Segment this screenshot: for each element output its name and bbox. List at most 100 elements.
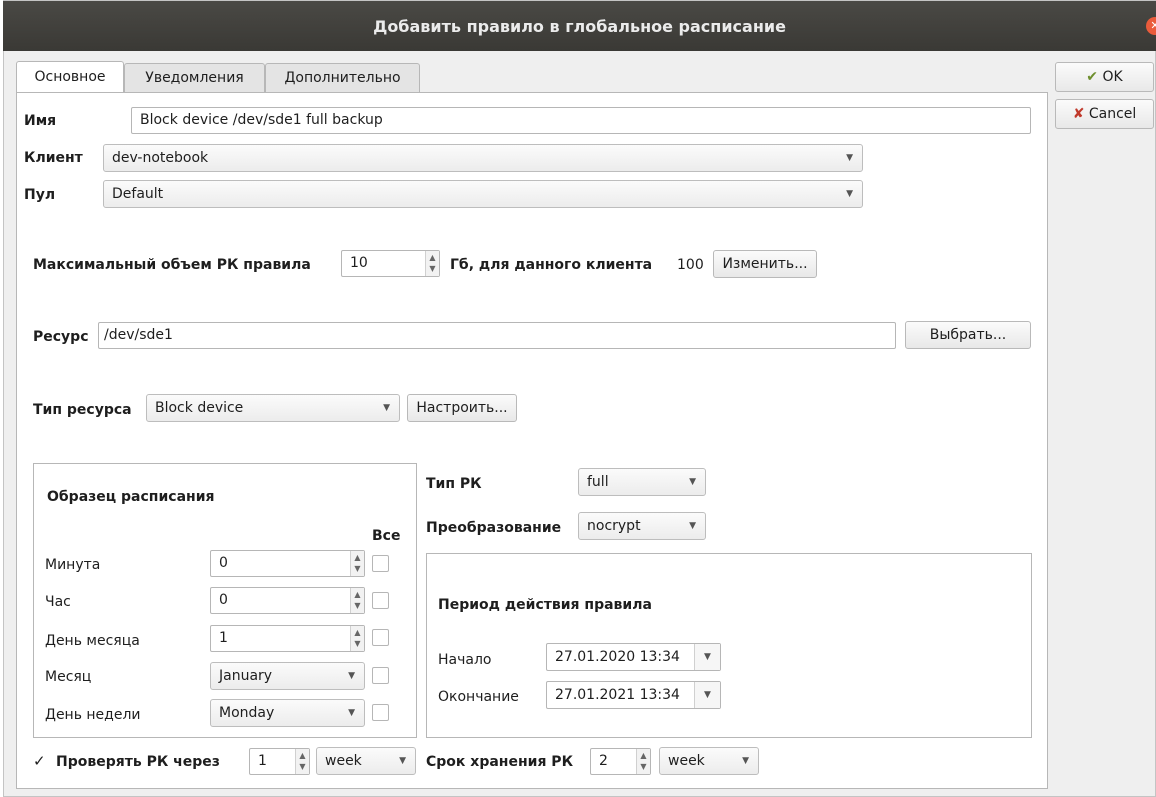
client-max-size: 100 [677,257,704,273]
ok-button[interactable]: ✔ OK [1055,62,1154,92]
weekday-select[interactable]: Monday ▼ [210,699,365,727]
tab-notifications[interactable]: Уведомления [124,63,265,92]
period-group [426,553,1032,738]
pool-label: Пул [24,187,56,203]
chevron-down-icon: ▼ [846,189,853,199]
checkmark-icon: ✔ [1086,69,1099,85]
choose-button[interactable]: Выбрать... [905,321,1031,349]
name-label: Имя [24,113,57,129]
hour-label: Час [45,594,71,610]
start-label: Начало [438,652,492,668]
ok-button-label: OK [1102,69,1123,85]
day-spinner[interactable]: 1 ▲ ▼ [210,625,365,652]
retention-unit-select[interactable]: week ▼ [659,747,759,775]
end-datetime[interactable]: 27.01.2021 13:34 ▼ [546,681,721,709]
retention-value: 2 [599,753,608,769]
check-label: Проверять РК через [56,754,220,770]
client-label: Клиент [24,150,83,166]
minute-all-checkbox[interactable] [372,555,389,572]
chevron-down-icon[interactable]: ▼ [694,682,720,708]
resource-input[interactable]: /dev/sde1 [98,322,896,349]
hour-spinner[interactable]: 0 ▲ ▼ [210,587,365,614]
spin-arrows-icon[interactable]: ▲ ▼ [350,588,364,613]
start-value: 27.01.2020 13:34 [555,649,680,665]
all-label: Все [372,528,401,544]
day-label: День месяца [45,633,140,649]
chevron-down-icon: ▼ [348,708,355,718]
minute-spinner[interactable]: 0 ▲ ▼ [210,550,365,577]
backup-type-value: full [587,474,609,490]
spin-arrows-icon[interactable]: ▲ ▼ [425,251,439,276]
retention-label: Срок хранения РК [426,754,574,770]
chevron-down-icon: ▼ [348,671,355,681]
period-title: Период действия правила [438,597,652,613]
max-size-unit: Гб, для данного клиента [450,257,653,273]
day-all-checkbox[interactable] [372,629,389,646]
minute-value: 0 [219,555,228,571]
client-select[interactable]: dev-notebook ▼ [103,144,863,172]
tab-main-label: Основное [34,69,106,85]
spin-arrows-icon[interactable]: ▲ ▼ [350,626,364,651]
backup-type-label: Тип РК [426,476,482,492]
check-checkbox[interactable]: ✓ [33,753,50,770]
check-value: 1 [258,753,267,769]
retention-spinner[interactable]: 2 ▲ ▼ [590,748,651,775]
dialog-title: Добавить правило в глобальное расписание [373,16,786,36]
month-label: Месяц [45,669,92,685]
weekday-all-checkbox[interactable] [372,704,389,721]
tab-advanced[interactable]: Дополнительно [265,63,420,92]
title-bar: Добавить правило в глобальное расписание… [3,1,1156,51]
minute-label: Минута [45,557,101,573]
configure-button[interactable]: Настроить... [407,394,517,422]
resource-type-value: Block device [155,400,244,416]
chevron-down-icon: ▼ [689,477,696,487]
chevron-down-icon: ▼ [742,756,749,766]
cancel-icon: ✘ [1072,106,1085,122]
tab-advanced-label: Дополнительно [284,70,401,86]
chevron-down-icon: ▼ [689,521,696,531]
name-input[interactable]: Block device /dev/sde1 full backup [131,107,1031,134]
spin-arrows-icon[interactable]: ▲ ▼ [350,551,364,576]
check-spinner[interactable]: 1 ▲ ▼ [249,748,310,775]
start-datetime[interactable]: 27.01.2020 13:34 ▼ [546,643,721,671]
checkmark-icon: ✓ [33,752,46,770]
pool-select[interactable]: Default ▼ [103,180,863,208]
schedule-title: Образец расписания [47,489,215,505]
spin-arrows-icon[interactable]: ▲ ▼ [636,749,650,774]
hour-value: 0 [219,592,228,608]
month-all-checkbox[interactable] [372,667,389,684]
month-select[interactable]: January ▼ [210,662,365,690]
chevron-down-icon[interactable]: ▼ [694,644,720,670]
cancel-button[interactable]: ✘ Cancel [1055,99,1154,129]
day-value: 1 [219,630,228,646]
pool-select-value: Default [112,186,164,202]
max-size-spinner[interactable]: 10 ▲ ▼ [341,250,440,277]
month-value: January [219,668,273,684]
backup-type-select[interactable]: full ▼ [578,468,706,496]
transform-value: nocrypt [587,518,641,534]
max-size-label: Максимальный объем РК правила [33,257,311,273]
resource-label: Ресурс [33,329,89,345]
end-label: Окончание [438,689,519,705]
check-unit-value: week [325,753,362,769]
tab-main[interactable]: Основное [16,61,124,92]
close-icon[interactable]: ✕ [1146,17,1156,35]
end-value: 27.01.2021 13:34 [555,687,680,703]
resource-type-select[interactable]: Block device ▼ [146,394,400,422]
hour-all-checkbox[interactable] [372,592,389,609]
weekday-label: День недели [45,707,141,723]
transform-select[interactable]: nocrypt ▼ [578,512,706,540]
check-unit-select[interactable]: week ▼ [316,747,416,775]
transform-label: Преобразование [426,520,562,536]
spin-arrows-icon[interactable]: ▲ ▼ [295,749,309,774]
weekday-value: Monday [219,705,275,721]
tab-notifications-label: Уведомления [145,70,244,86]
chevron-down-icon: ▼ [383,403,390,413]
max-size-value: 10 [350,255,368,271]
change-button[interactable]: Изменить... [713,250,817,278]
cancel-button-label: Cancel [1088,106,1137,122]
retention-unit-value: week [668,753,705,769]
chevron-down-icon: ▼ [846,153,853,163]
client-select-value: dev-notebook [112,150,209,166]
chevron-down-icon: ▼ [399,756,406,766]
